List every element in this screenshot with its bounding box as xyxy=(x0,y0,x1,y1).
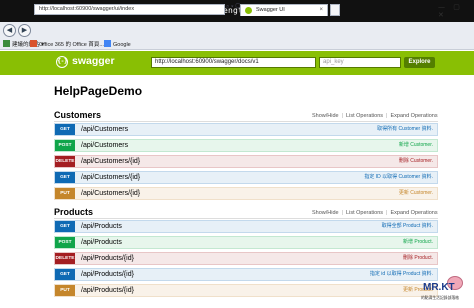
arrow-left-icon: ◀ xyxy=(6,26,13,34)
operation-path[interactable]: /api/Products/{id} xyxy=(81,285,134,296)
operation-path[interactable]: /api/Customers/{id} xyxy=(81,172,140,183)
method-badge: GET xyxy=(55,269,75,280)
tab-swagger-ui[interactable]: Swagger UI × xyxy=(240,4,328,16)
operation-row[interactable]: DELETE /api/Products/{id} 刪除 Product. xyxy=(54,252,438,265)
tab-title: Swagger UI xyxy=(256,7,285,13)
address-bar[interactable]: http://localhost:60900/swagger/ui/index xyxy=(34,4,225,15)
operation-summary[interactable]: 取得全部 Product 資料. xyxy=(382,221,433,232)
operation-path[interactable]: /api/Products/{id} xyxy=(81,269,134,280)
list-operations-link[interactable]: List Operations xyxy=(346,210,383,216)
method-badge: GET xyxy=(55,172,75,183)
operation-path[interactable]: /api/Products xyxy=(81,221,122,232)
section-divider xyxy=(54,121,438,122)
operation-summary[interactable]: 新增 Product. xyxy=(403,237,433,248)
operation-path[interactable]: /api/Products/{id} xyxy=(81,253,134,264)
favorites-bar: 建議的網站 ▾ Office 365 的 Office 首頁... Google xyxy=(0,38,474,50)
list-operations-link[interactable]: List Operations xyxy=(346,113,383,119)
office-icon xyxy=(30,40,37,47)
expand-operations-link[interactable]: Expand Operations xyxy=(390,113,437,119)
favorite-google[interactable]: Google xyxy=(104,40,131,48)
operation-row[interactable]: POST /api/Products 新增 Product. xyxy=(54,236,438,249)
operation-row[interactable]: PUT /api/Customers/{id} 更新 Customer. xyxy=(54,187,438,200)
google-icon xyxy=(104,40,111,47)
method-badge: GET xyxy=(55,124,75,135)
forward-button[interactable]: ▶ xyxy=(18,24,31,37)
operation-row[interactable]: GET /api/Products 取得全部 Product 資料. xyxy=(54,220,438,233)
expand-operations-link[interactable]: Expand Operations xyxy=(390,210,437,216)
operation-row[interactable]: GET /api/Customers/{id} 指定 ID 以取得 Custom… xyxy=(54,171,438,184)
operation-row[interactable]: POST /api/Customers 新增 Customer. xyxy=(54,139,438,152)
operation-path[interactable]: /api/Customers/{id} xyxy=(81,156,140,167)
operation-summary[interactable]: 指定 ID 以取得 Customer 資料. xyxy=(364,172,433,183)
watermark-title: MR.KT xyxy=(423,282,455,293)
operation-row[interactable]: DELETE /api/Customers/{id} 刪除 Customer. xyxy=(54,155,438,168)
section-links-customers: Show/Hide | List Operations | Expand Operati… xyxy=(312,113,438,119)
method-badge: DELETE xyxy=(55,156,75,167)
method-badge: DELETE xyxy=(55,253,75,264)
operation-path[interactable]: /api/Customers xyxy=(81,140,128,151)
operation-summary[interactable]: 刪除 Product. xyxy=(403,253,433,264)
back-button[interactable]: ◀ xyxy=(3,24,16,37)
window-controls[interactable]: — ▢ ✕ xyxy=(438,3,474,19)
operation-path[interactable]: /api/Products xyxy=(81,237,122,248)
operation-summary[interactable]: 更新 Customer. xyxy=(399,188,433,199)
operation-path[interactable]: /api/Customers xyxy=(81,124,128,135)
api-url-input[interactable]: http://localhost:60900/swagger/docs/v1 xyxy=(151,57,316,68)
watermark-subtitle: 的點滴生活記錄部落格 xyxy=(421,296,459,300)
section-links-products: Show/Hide | List Operations | Expand Operati… xyxy=(312,210,438,216)
method-badge: PUT xyxy=(55,285,75,296)
section-title-customers[interactable]: Customers xyxy=(54,110,101,120)
tab-close-icon[interactable]: × xyxy=(319,5,323,16)
section-title-products[interactable]: Products xyxy=(54,207,93,217)
swagger-tab-icon xyxy=(245,7,252,14)
method-badge: POST xyxy=(55,140,75,151)
swagger-logo-text[interactable]: swagger xyxy=(72,55,115,67)
show-hide-link[interactable]: Show/Hide xyxy=(312,210,339,216)
operation-summary[interactable]: 新增 Customer. xyxy=(399,140,433,151)
method-badge: PUT xyxy=(55,188,75,199)
swagger-logo-icon[interactable]: {-} xyxy=(56,56,68,68)
show-hide-link[interactable]: Show/Hide xyxy=(312,113,339,119)
operation-path[interactable]: /api/Customers/{id} xyxy=(81,188,140,199)
explore-button[interactable]: Explore xyxy=(404,57,435,68)
suggested-sites-icon xyxy=(3,40,10,47)
operation-row[interactable]: GET /api/Products/{id} 指定 id 以取得 Product… xyxy=(54,268,438,281)
method-badge: GET xyxy=(55,221,75,232)
watermark-logo: MR.KT 的點滴生活記錄部落格 xyxy=(417,276,469,304)
method-badge: POST xyxy=(55,237,75,248)
api-key-input[interactable]: api_key xyxy=(319,57,401,68)
favorite-office365[interactable]: Office 365 的 Office 首頁... xyxy=(30,40,104,48)
operation-row[interactable]: GET /api/Customers 取得所有 Customer 資料. xyxy=(54,123,438,136)
operation-summary[interactable]: 取得所有 Customer 資料. xyxy=(377,124,433,135)
operation-row[interactable]: PUT /api/Products/{id} 更新 Product. xyxy=(54,284,438,297)
section-divider xyxy=(54,218,438,219)
new-tab-button[interactable] xyxy=(330,4,340,16)
operation-summary[interactable]: 刪除 Customer. xyxy=(399,156,433,167)
arrow-right-icon: ▶ xyxy=(21,26,28,34)
page-title: HelpPageDemo xyxy=(54,84,143,98)
